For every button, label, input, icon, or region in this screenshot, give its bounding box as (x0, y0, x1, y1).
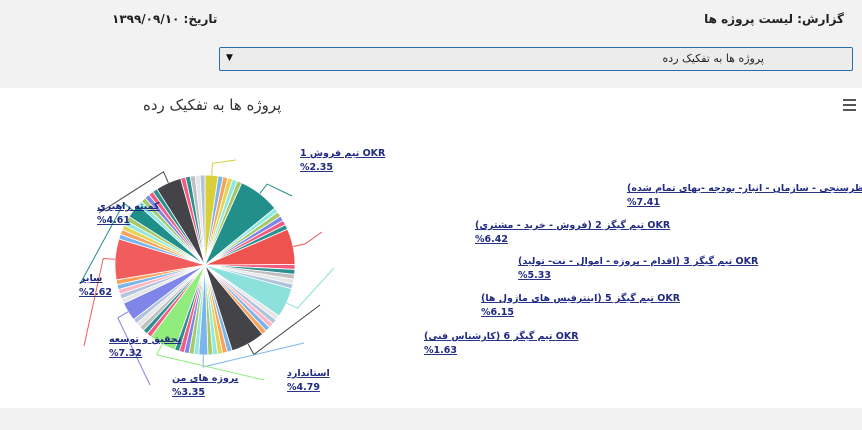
footer-strip (0, 408, 862, 430)
pie-chart: OKR تیم فروش 1 %2.35 OKR تیم گیگز 1 ( حساب… (79, 148, 862, 398)
slice-percent[interactable]: %2.35 (300, 162, 333, 173)
slice-percent[interactable]: %7.32 (109, 348, 142, 359)
slice-percent[interactable]: %2.62 (79, 287, 112, 298)
slice-label[interactable]: OKR تیم گیگز 6 (کارشناس فنی) (424, 330, 579, 342)
slice-label[interactable]: سایر (79, 273, 102, 284)
slice-label[interactable]: OKR تیم گیگز 1 ( حسابداری - پرسنلی - نظر… (627, 182, 862, 194)
slice-label[interactable]: OKR تیم فروش 1 (300, 148, 386, 159)
slice-percent[interactable]: %4.61 (97, 215, 130, 226)
connector-line (259, 183, 293, 197)
slice-percent[interactable]: %5.33 (518, 270, 551, 281)
slice-label[interactable]: تحقیق و توسعه (109, 334, 181, 345)
slice-label[interactable]: کمیته راهبری (97, 201, 160, 212)
slice-label[interactable]: OKR تیم گیگز 5 (اینترفیس های ماژول ها) (481, 292, 681, 304)
connector-line (211, 159, 237, 176)
slice-percent[interactable]: %3.35 (172, 387, 205, 398)
slice-percent[interactable]: %4.79 (287, 382, 320, 393)
connector-line (83, 257, 116, 347)
connector-line (292, 231, 323, 247)
slice-percent[interactable]: %6.15 (481, 307, 514, 318)
slice-percent[interactable]: %1.63 (424, 345, 457, 356)
slice-percent[interactable]: %6.42 (475, 234, 508, 245)
slice-label[interactable]: پروژه های من (172, 373, 238, 384)
slice-percent[interactable]: %7.41 (627, 197, 660, 208)
slice-label[interactable]: OKR تیم گیگز 3 (اقدام - پروژه - اموال - … (518, 255, 759, 267)
slice-label[interactable]: استاندارد (287, 368, 330, 379)
slice-label[interactable]: OKR تیم گیگز 2 (فروش - خرید - مشتری) (475, 219, 671, 231)
